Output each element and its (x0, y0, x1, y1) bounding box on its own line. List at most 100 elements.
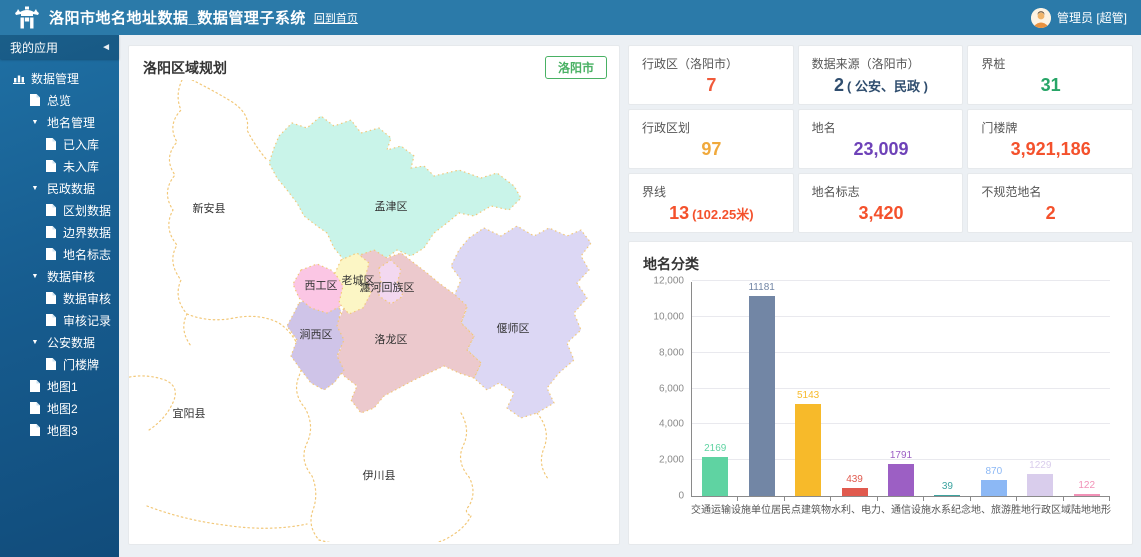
file-icon (44, 314, 58, 326)
stat-value: 23,009 (853, 139, 908, 159)
bar-slot-居民点: 5143 (785, 282, 831, 496)
bar-value-label: 5143 (797, 390, 819, 401)
y-axis-tick-label: 4,000 (644, 419, 690, 430)
sidebar-item-label: 区划数据 (63, 202, 111, 219)
sidebar-item-数据审核[interactable]: ▼ 数据审核 (0, 265, 119, 287)
stat-card: 数据来源（洛阳市）2( 公安、民政 ) (798, 45, 964, 105)
bar-chart: 02,0004,0006,0008,00010,00012,0002169111… (643, 282, 1118, 516)
map-region-label: 洛龙区 (375, 332, 408, 346)
bar-交通运输设施[interactable] (702, 457, 728, 496)
sidebar-item-未入库[interactable]: 未入库 (0, 155, 119, 177)
sidebar-item-label: 地名标志 (63, 246, 111, 263)
map-panel: 洛阳区域规划 洛阳市 (128, 45, 620, 545)
bar-建筑物[interactable] (842, 488, 868, 496)
user-name: 管理员 [超管] (1057, 9, 1127, 26)
y-axis-tick-label: 0 (644, 491, 690, 502)
sidebar-item-审核记录[interactable]: 审核记录 (0, 309, 119, 331)
file-icon (28, 380, 42, 392)
sidebar-item-label: 地图2 (47, 400, 78, 417)
bar-slot-交通运输设施: 2169 (692, 282, 738, 496)
bar-value-label: 122 (1078, 480, 1095, 491)
sidebar-item-总览[interactable]: 总览 (0, 89, 119, 111)
stat-label: 界桩 (981, 55, 1120, 72)
bar-slot-陆地地形: 122 (1064, 282, 1110, 496)
stat-label: 不规范地名 (981, 183, 1120, 200)
bar-纪念地、旅游胜地[interactable] (981, 480, 1007, 496)
caret-down-icon: ▼ (28, 185, 42, 192)
sidebar-item-民政数据[interactable]: ▼ 民政数据 (0, 177, 119, 199)
sidebar-item-地图2[interactable]: 地图2 (0, 397, 119, 419)
bar-水系[interactable] (934, 495, 960, 497)
sidebar-item-label: 公安数据 (47, 334, 95, 351)
map-region-label: 瀍河回族区 (360, 280, 415, 294)
sidebar-item-label: 数据审核 (63, 290, 111, 307)
stat-card: 行政区划97 (628, 109, 794, 169)
sidebar-title-bar[interactable]: 我的应用 ◄ (0, 35, 119, 59)
bar-slot-水利、电力、通信设施: 1791 (878, 282, 924, 496)
stat-value: 3,921,186 (1011, 139, 1091, 159)
sidebar-item-数据审核[interactable]: 数据审核 (0, 287, 119, 309)
map-region-jianxi[interactable] (287, 296, 344, 390)
stat-label: 界线 (642, 183, 781, 200)
city-scope-button[interactable]: 洛阳市 (545, 56, 607, 79)
bar-value-label: 11181 (748, 282, 774, 293)
x-axis-label: 纪念地、旅游胜地 (951, 501, 1031, 516)
bar-value-label: 1791 (890, 450, 912, 461)
sidebar-item-label: 民政数据 (47, 180, 95, 197)
stat-card: 界线13(102.25米) (628, 173, 794, 233)
stat-value-suffix: (102.25米) (692, 207, 753, 222)
bar-slot-纪念地、旅游胜地: 870 (971, 282, 1017, 496)
sidebar-item-门楼牌[interactable]: 门楼牌 (0, 353, 119, 375)
bar-单位[interactable] (749, 296, 775, 496)
sidebar-item-边界数据[interactable]: 边界数据 (0, 221, 119, 243)
bar-行政区域[interactable] (1027, 474, 1053, 496)
sidebar-item-区划数据[interactable]: 区划数据 (0, 199, 119, 221)
stat-card: 门楼牌3,921,186 (967, 109, 1133, 169)
home-link[interactable]: 回到首页 (314, 10, 358, 26)
sidebar-item-label: 数据审核 (47, 268, 95, 285)
caret-down-icon: ▼ (28, 119, 42, 126)
sidebar-item-数据管理[interactable]: 数据管理 (0, 67, 119, 89)
sidebar-item-已入库[interactable]: 已入库 (0, 133, 119, 155)
map-region-label: 涧西区 (300, 328, 333, 341)
file-icon (28, 402, 42, 414)
sidebar-item-地名标志[interactable]: 地名标志 (0, 243, 119, 265)
file-icon (44, 226, 58, 238)
sidebar-item-label: 门楼牌 (63, 356, 99, 373)
sidebar: 我的应用 ◄ 数据管理总览▼地名管理已入库未入库 ▼ 民政数据区划数据边界数据地名标… (0, 35, 119, 557)
stat-label: 数据来源（洛阳市） (812, 55, 951, 72)
bar-slot-水系: 39 (924, 282, 970, 496)
x-axis-label: 单位 (751, 501, 771, 516)
stat-value: 97 (701, 139, 721, 159)
stat-value: 31 (1041, 75, 1061, 95)
bar-陆地地形[interactable] (1074, 494, 1100, 496)
stat-card: 地名标志3,420 (798, 173, 964, 233)
map-region-label: 宜阳县 (173, 406, 206, 420)
x-axis-label: 水利、电力、通信设施 (831, 501, 931, 516)
main-content: 洛阳区域规划 洛阳市 (119, 35, 1141, 557)
stat-value: 3,420 (858, 203, 903, 223)
sidebar-menu: 数据管理总览▼地名管理已入库未入库▼民政数据区划数据边界数据地名标志▼数据审核数… (0, 59, 119, 441)
sidebar-item-label: 地图3 (47, 422, 78, 439)
bar-居民点[interactable] (795, 404, 821, 496)
app-title: 洛阳市地名地址数据_数据管理子系统 (49, 7, 306, 28)
avatar (1031, 8, 1051, 28)
sidebar-item-地名管理[interactable]: ▼地名管理 (0, 111, 119, 133)
sidebar-item-地图3[interactable]: 地图3 (0, 419, 119, 441)
map-panel-title: 洛阳区域规划 (143, 58, 227, 78)
map-region-yanshi[interactable] (451, 226, 591, 418)
stat-value: 2 (834, 75, 844, 95)
collapse-sidebar-icon[interactable]: ◄ (101, 42, 111, 53)
bar-水利、电力、通信设施[interactable] (888, 464, 914, 496)
file-icon (44, 204, 58, 216)
map-region-label: 偃师区 (497, 321, 530, 335)
caret-down-icon: ▼ (28, 273, 42, 280)
user-menu[interactable]: 管理员 [超管] (1031, 8, 1127, 28)
top-header: 洛阳市地名地址数据_数据管理子系统 回到首页 管理员 [超管] (0, 0, 1141, 35)
sidebar-item-地图1[interactable]: 地图1 (0, 375, 119, 397)
sidebar-item-label: 地图1 (47, 378, 78, 395)
stat-label: 行政区（洛阳市） (642, 55, 781, 72)
bar-slot-行政区域: 1229 (1017, 282, 1063, 496)
sidebar-item-公安数据[interactable]: ▼公安数据 (0, 331, 119, 353)
chart-panel: 地名分类 02,0004,0006,0008,00010,00012,00021… (628, 241, 1133, 545)
